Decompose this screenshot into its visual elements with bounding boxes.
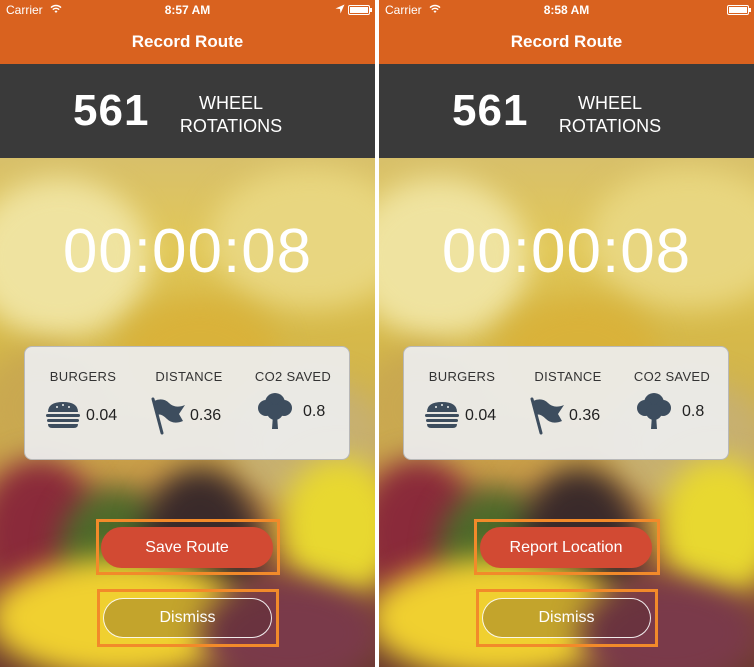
burger-icon bbox=[46, 402, 80, 428]
stat-title: BURGERS bbox=[428, 369, 496, 384]
status-bar: Carrier 8:57 AM bbox=[0, 0, 375, 20]
stats-card: BURGERS 0.04 DISTANCE 0.36 CO2 SAVED 0.8 bbox=[403, 346, 729, 460]
report-location-button[interactable]: Report Location bbox=[480, 527, 652, 568]
status-time: 8:57 AM bbox=[164, 3, 211, 17]
stat-value: 0.8 bbox=[303, 403, 326, 420]
rotations-count: 561 bbox=[73, 86, 150, 135]
stat-title: CO2 SAVED bbox=[254, 369, 332, 384]
rotations-label: WHEEL ROTATIONS bbox=[176, 92, 286, 138]
stat-title: DISTANCE bbox=[534, 369, 602, 384]
location-arrow-icon bbox=[335, 4, 345, 14]
stat-value: 0.04 bbox=[465, 407, 497, 424]
navigation-bar: Carrier 8:58 AM Record Route bbox=[379, 0, 754, 64]
tree-icon bbox=[258, 393, 292, 429]
screen-report-location: Carrier 8:58 AM Record Route 561 WHEEL R… bbox=[379, 0, 754, 667]
stat-co2-saved: CO2 SAVED 0.8 bbox=[618, 347, 726, 461]
tree-icon bbox=[637, 393, 671, 429]
stat-title: BURGERS bbox=[49, 369, 117, 384]
battery-icon bbox=[348, 5, 372, 15]
save-route-button[interactable]: Save Route bbox=[101, 527, 273, 568]
elapsed-timer: 00:00:08 bbox=[62, 217, 313, 286]
battery-icon bbox=[727, 5, 751, 15]
rotations-label-line1: WHEEL bbox=[198, 93, 263, 113]
stat-distance: DISTANCE 0.36 bbox=[135, 347, 243, 461]
stat-value: 0.04 bbox=[86, 407, 118, 424]
stat-co2-saved: CO2 SAVED 0.8 bbox=[239, 347, 347, 461]
stat-burgers: BURGERS 0.04 bbox=[408, 347, 516, 461]
nav-title: Record Route bbox=[131, 32, 244, 51]
stat-value: 0.8 bbox=[682, 403, 705, 420]
status-time: 8:58 AM bbox=[543, 3, 590, 17]
rotations-label: WHEEL ROTATIONS bbox=[555, 92, 665, 138]
rotations-label-line2: ROTATIONS bbox=[179, 116, 283, 136]
stat-burgers: BURGERS 0.04 bbox=[29, 347, 137, 461]
stat-value: 0.36 bbox=[569, 407, 601, 424]
elapsed-timer: 00:00:08 bbox=[441, 217, 692, 286]
wheel-rotations-banner: 561 WHEEL ROTATIONS bbox=[0, 64, 375, 158]
rotations-label-line1: WHEEL bbox=[577, 93, 642, 113]
nav-title: Record Route bbox=[510, 32, 623, 51]
rotations-count: 561 bbox=[452, 86, 529, 135]
status-bar: Carrier 8:58 AM bbox=[379, 0, 754, 20]
stat-value: 0.36 bbox=[190, 407, 222, 424]
stat-title: DISTANCE bbox=[155, 369, 223, 384]
rotations-label-line2: ROTATIONS bbox=[558, 116, 662, 136]
screen-save-route: Carrier 8:57 AM Record Route 561 WHEEL R… bbox=[0, 0, 375, 667]
stats-card: BURGERS 0.04 DISTANCE 0.36 CO2 SAVED 0.8 bbox=[24, 346, 350, 460]
dismiss-button[interactable]: Dismiss bbox=[103, 598, 272, 638]
flag-icon bbox=[530, 397, 564, 435]
stat-title: CO2 SAVED bbox=[633, 369, 711, 384]
wheel-rotations-banner: 561 WHEEL ROTATIONS bbox=[379, 64, 754, 158]
dismiss-button[interactable]: Dismiss bbox=[482, 598, 651, 638]
burger-icon bbox=[425, 402, 459, 428]
stat-distance: DISTANCE 0.36 bbox=[514, 347, 622, 461]
flag-icon bbox=[151, 397, 185, 435]
navigation-bar: Carrier 8:57 AM Record Route bbox=[0, 0, 375, 64]
